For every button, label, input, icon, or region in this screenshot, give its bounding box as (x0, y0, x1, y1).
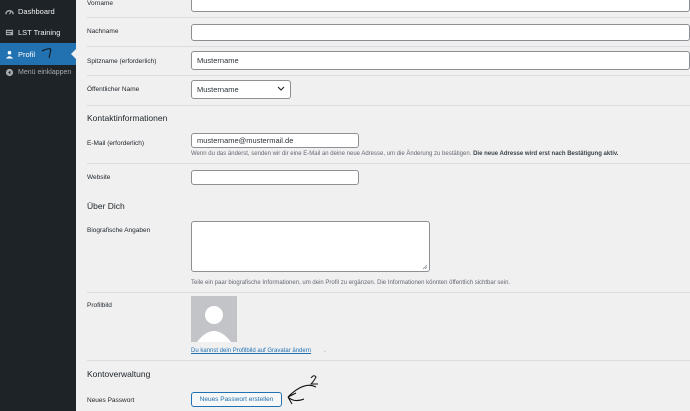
sidebar-item-label: Menü einklappen (18, 68, 72, 76)
bio-label: Biografische Angaben (87, 227, 151, 234)
password-label: Neues Passwort (87, 397, 135, 404)
public-name-value: Mustername (197, 85, 239, 94)
annotation-mark-1 (41, 48, 52, 59)
sidebar-collapse-menu[interactable]: Menü einklappen (0, 61, 76, 83)
website-label: Website (87, 174, 111, 181)
chevron-down-icon (277, 84, 285, 94)
divider (87, 75, 690, 76)
sidebar-item-lst-training[interactable]: LST Training (0, 21, 76, 43)
sidebar-item-label: LST Training (18, 27, 61, 37)
sidebar-item-label: Profil (18, 49, 36, 59)
document-icon (5, 28, 14, 37)
divider (87, 292, 690, 293)
divider (87, 163, 690, 164)
resize-handle-icon[interactable] (422, 264, 428, 270)
gravatar-link[interactable]: Du kannst dein Profilbild auf Gravatar ä… (191, 348, 311, 354)
public-name-label: Öffentlicher Name (87, 86, 140, 93)
divider (87, 105, 690, 106)
bio-description: Teile ein paar biografische Informatione… (191, 280, 511, 286)
contact-heading: Kontaktinformationen (87, 113, 168, 123)
default-avatar-icon (197, 306, 231, 342)
gravatar-link-suffix: . (324, 348, 326, 354)
profile-form: Vorname Nachname Spitzname (erforderlich… (76, 0, 690, 411)
collapse-icon (5, 68, 14, 77)
vorname-input[interactable] (191, 0, 690, 12)
nachname-label: Nachname (87, 28, 119, 35)
sidebar-item-label: Dashboard (18, 6, 55, 16)
account-heading: Kontoverwaltung (87, 369, 151, 379)
sidebar-item-dashboard[interactable]: Dashboard (0, 0, 76, 22)
vorname-label: Vorname (87, 0, 114, 7)
user-icon (5, 50, 14, 59)
nachname-input[interactable] (191, 24, 690, 41)
email-input[interactable]: mustername@mustermail.de (191, 133, 359, 148)
bio-textarea[interactable] (191, 221, 430, 272)
about-heading: Über Dich (87, 201, 125, 211)
generate-password-button[interactable]: Neues Passwort erstellen (191, 392, 282, 407)
avatar (191, 296, 237, 342)
annotation-mark-2 (309, 375, 318, 385)
email-label: E-Mail (erforderlich) (87, 140, 145, 147)
spitzname-label: Spitzname (erforderlich) (87, 58, 157, 65)
public-name-select[interactable]: Mustername (191, 80, 291, 99)
divider (87, 17, 690, 18)
annotation-arrow-icon (287, 384, 317, 405)
divider (87, 46, 690, 47)
admin-sidebar: Dashboard LST Training Profil Menü einkl… (0, 0, 76, 411)
spitzname-input[interactable]: Mustername (191, 51, 690, 70)
divider (87, 360, 690, 361)
dashboard-icon (5, 7, 14, 16)
avatar-label: Profilbild (87, 302, 112, 309)
website-input[interactable] (191, 170, 359, 185)
email-description: Wenn du das änderst, senden wir dir eine… (191, 151, 619, 157)
